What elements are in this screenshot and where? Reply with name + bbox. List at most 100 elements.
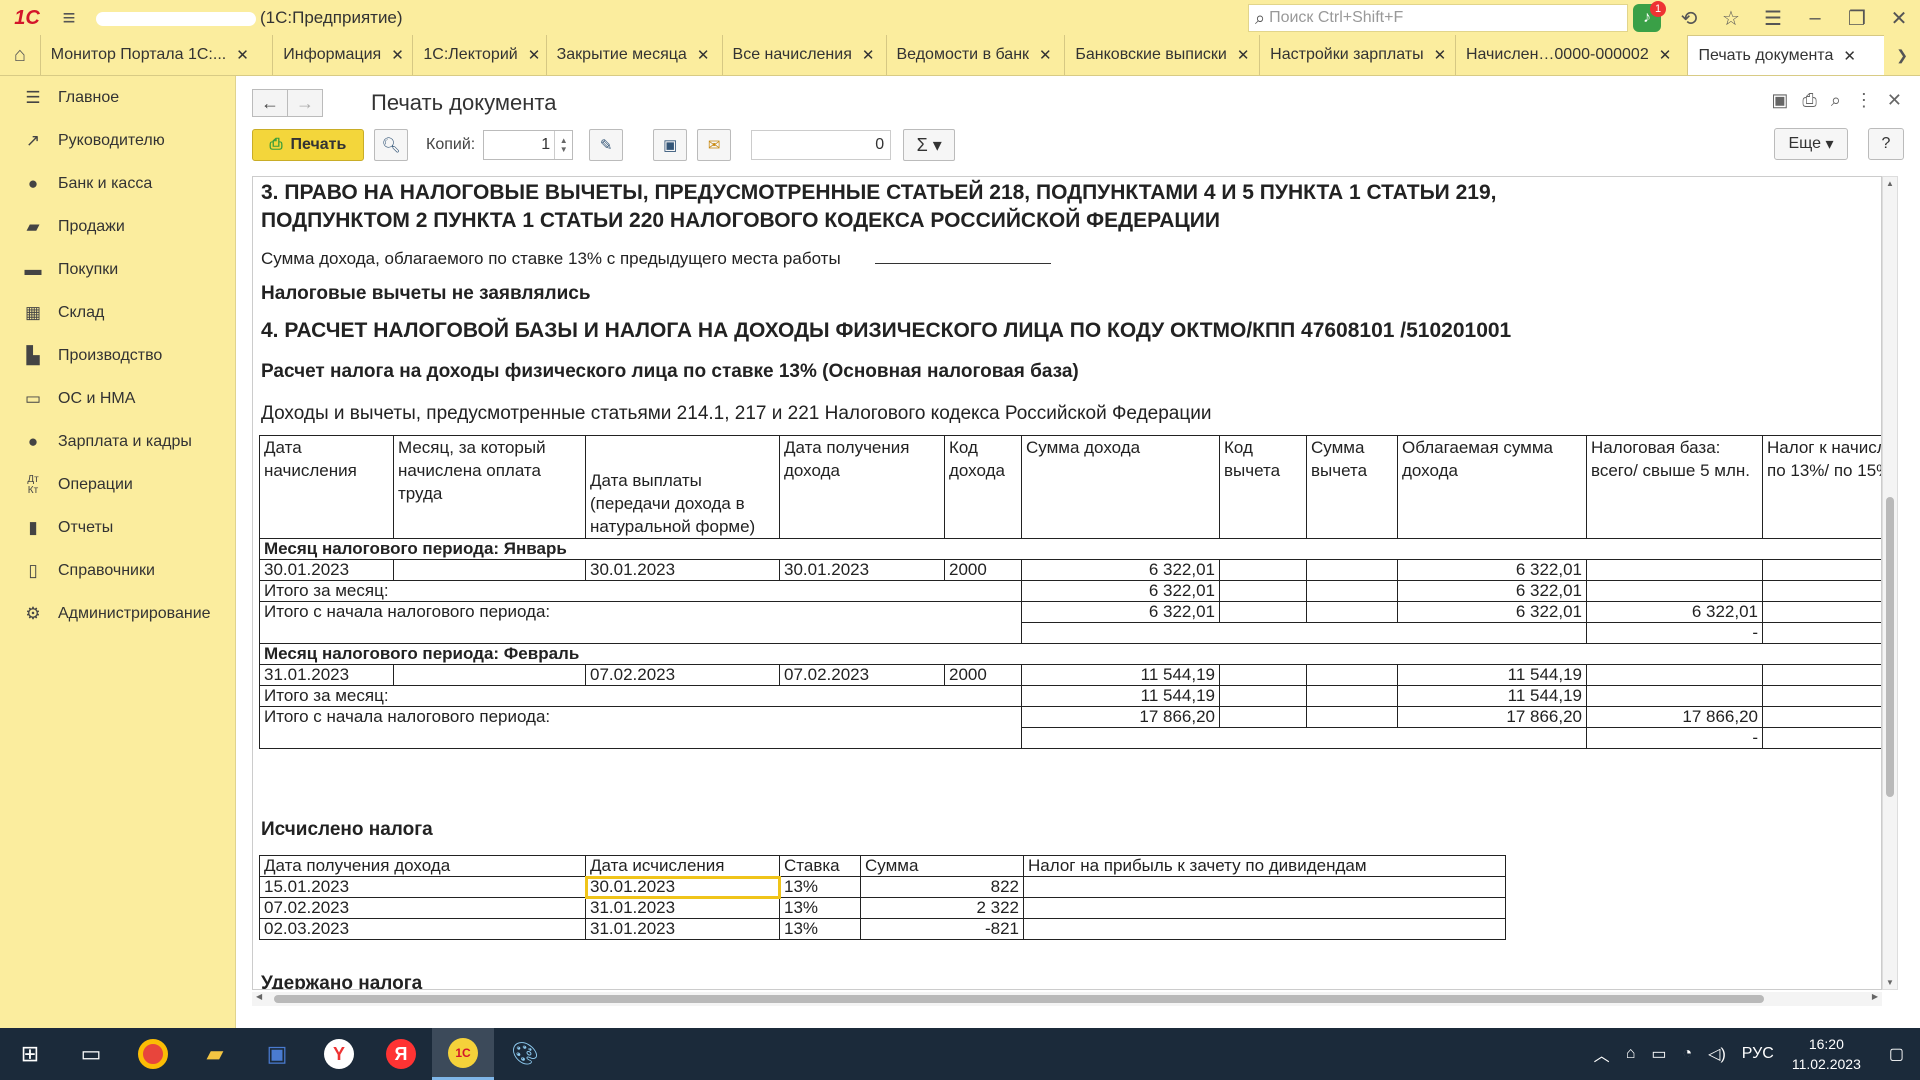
save-to-file-button[interactable]: ▣	[653, 129, 688, 161]
sidebar-item-manager[interactable]: ↗ Руководителю	[0, 119, 235, 162]
settings-menu-icon[interactable]: ☰	[1752, 0, 1794, 36]
sidebar-item-catalogs[interactable]: ▯ Справочники	[0, 549, 235, 592]
task-view-icon[interactable]: ▭	[60, 1028, 122, 1080]
sidebar-item-payroll[interactable]: ● Зарплата и кадры	[0, 420, 235, 463]
tab-close-icon[interactable]: ✕	[528, 46, 541, 64]
tab-payroll-settings[interactable]: Настройки зарплаты ✕	[1259, 35, 1455, 75]
scroll-thumb[interactable]	[1886, 497, 1894, 797]
global-search-input[interactable]: ⌕ Поиск Ctrl+Shift+F	[1248, 4, 1628, 32]
preview-button[interactable]: 🔍︎	[374, 129, 408, 161]
preview-icon[interactable]: ⌕	[1831, 90, 1841, 111]
tab-accrual-document[interactable]: Начислен…0000-000002 ✕	[1454, 35, 1688, 75]
language-indicator[interactable]: РУС	[1742, 1045, 1774, 1063]
history-icon[interactable]: ⟲	[1668, 0, 1710, 36]
form-toolbar: ⎙ Печать 🔍︎ Копий: 1 ▲ ▼ ✎ ▣ ✉ 0 Σ ▾ Еще ▾ …	[252, 128, 1904, 162]
file-explorer-icon[interactable]: ▰	[184, 1028, 246, 1080]
tab-close-icon[interactable]: ✕	[236, 46, 249, 64]
section-4-heading: 4. РАСЧЕТ НАЛОГОВОЙ БАЗЫ И НАЛОГА НА ДОХ…	[261, 319, 1512, 342]
tab-close-icon[interactable]: ✕	[391, 46, 404, 64]
yandex-icon[interactable]: Я	[370, 1028, 432, 1080]
table-header-row: Дата получения дохода Дата исчисления Ст…	[259, 855, 1506, 877]
sidebar-item-operations[interactable]: Дт Кт Операции	[0, 463, 235, 506]
save-icon[interactable]: ▣	[1771, 90, 1788, 111]
notifications-button[interactable]: ♪ 1	[1626, 0, 1668, 36]
1c-taskbar-icon[interactable]: 1C	[432, 1028, 494, 1080]
scroll-left-icon[interactable]: ◀	[256, 992, 262, 1001]
windows-start-icon[interactable]: ⊞	[0, 1028, 60, 1080]
favorites-star-icon[interactable]: ☆	[1710, 0, 1752, 36]
close-form-icon[interactable]: ✕	[1887, 90, 1902, 111]
wifi-icon[interactable]: ◔	[1682, 1045, 1692, 1063]
tab-portal-monitor[interactable]: Монитор Портала 1С:... ✕	[39, 35, 273, 75]
month-title-row: Месяц налогового периода: Январь	[259, 538, 1881, 560]
tray-device-icon[interactable]: ⌂	[1626, 1045, 1636, 1063]
tab-bank-statements[interactable]: Банковские выписки ✕	[1064, 35, 1259, 75]
scroll-thumb[interactable]	[274, 995, 1764, 1003]
person-icon: ●	[27, 431, 39, 451]
sidebar-item-main[interactable]: ☰ Главное	[0, 76, 235, 119]
close-button[interactable]: ✕	[1878, 0, 1920, 36]
scroll-up-icon[interactable]: ▲	[1886, 179, 1894, 188]
restore-button[interactable]: ❐	[1836, 0, 1878, 36]
sidebar-item-purchases[interactable]: ▬ Покупки	[0, 248, 235, 291]
title-bar: 1C ≡ (1С:Предприятие) ⌕ Поиск Ctrl+Shift+…	[0, 0, 1920, 36]
volume-icon[interactable]: ◁)	[1708, 1044, 1726, 1064]
copies-stepper[interactable]: ▲ ▼	[554, 131, 572, 159]
tab-close-icon[interactable]: ✕	[697, 46, 710, 64]
cart-icon: ▬	[24, 259, 42, 279]
spreadsheet-document[interactable]: 3. ПРАВО НА НАЛОГОВЫЕ ВЫЧЕТЫ, ПРЕДУСМОТР…	[252, 176, 1882, 990]
sidebar-item-reports[interactable]: ▮ Отчеты	[0, 506, 235, 549]
tab-close-icon[interactable]: ✕	[1039, 46, 1052, 64]
tab-print-document[interactable]: Печать документа ✕	[1687, 35, 1885, 75]
printer-icon[interactable]: ⎙	[1802, 90, 1816, 111]
sum-type-dropdown[interactable]: Σ ▾	[903, 129, 956, 161]
tab-all-accruals[interactable]: Все начисления ✕	[721, 35, 886, 75]
more-button[interactable]: Еще ▾	[1774, 128, 1848, 160]
clock[interactable]: 16:20 11.02.2023	[1792, 1034, 1861, 1074]
sidebar-item-assets[interactable]: ▭ ОС и НМА	[0, 377, 235, 420]
tab-lectorium[interactable]: 1С:Лекторий ✕	[412, 35, 545, 75]
sidebar-item-warehouse[interactable]: ▦ Склад	[0, 291, 235, 334]
vertical-scrollbar[interactable]: ▲ ▼	[1882, 176, 1898, 990]
bag-icon: ▰	[26, 216, 40, 236]
sidebar-item-bank[interactable]: ● Банк и касса	[0, 162, 235, 205]
send-email-button[interactable]: ✉	[697, 129, 732, 161]
scroll-right-icon[interactable]: ▶	[1872, 992, 1878, 1001]
tray-chevron-icon[interactable]: ︿	[1594, 1042, 1610, 1066]
tab-month-close[interactable]: Закрытие месяца ✕	[545, 35, 722, 75]
tab-info[interactable]: Информация ✕	[272, 35, 412, 75]
yandex-browser-icon[interactable]: Y	[308, 1028, 370, 1080]
chrome-icon[interactable]	[122, 1028, 184, 1080]
sidebar-item-sales[interactable]: ▰ Продажи	[0, 205, 235, 248]
main-menu-icon[interactable]: ≡	[54, 0, 84, 36]
scroll-down-icon[interactable]: ▼	[1886, 978, 1894, 987]
notification-center-icon[interactable]: ▢	[1889, 1044, 1904, 1064]
sidebar-item-admin[interactable]: ⚙ Администрирование	[0, 592, 235, 635]
home-icon[interactable]: ⌂	[0, 35, 40, 75]
tab-close-icon[interactable]: ✕	[1434, 46, 1447, 64]
col-header-taxable-sum: Облагаемая сумма дохода	[1397, 435, 1587, 539]
battery-icon[interactable]: ▭	[1651, 1044, 1666, 1064]
forward-arrow-icon[interactable]: →	[287, 89, 323, 117]
1c-logo[interactable]: 1C	[0, 0, 54, 36]
back-arrow-icon[interactable]: ←	[252, 89, 288, 117]
edit-table-button[interactable]: ✎	[589, 129, 624, 161]
tabs-more-chevron-icon[interactable]: ❯	[1884, 35, 1920, 75]
col-header-income-sum: Сумма дохода	[1021, 435, 1220, 539]
factory-icon: ▙	[26, 345, 40, 365]
tab-close-icon[interactable]: ✕	[1843, 47, 1856, 65]
more-vertical-icon[interactable]: ⋮	[1855, 90, 1873, 111]
sidebar-item-production[interactable]: ▙ Производство	[0, 334, 235, 377]
tab-bank-statements-list[interactable]: Ведомости в банк ✕	[885, 35, 1065, 75]
print-button[interactable]: ⎙ Печать	[252, 129, 364, 161]
tab-close-icon[interactable]: ✕	[1237, 46, 1250, 64]
paint-icon[interactable]: 🎨︎	[494, 1028, 556, 1080]
tab-close-icon[interactable]: ✕	[862, 46, 875, 64]
selected-cell[interactable]: 30.01.2023	[584, 875, 781, 899]
tab-close-icon[interactable]: ✕	[1659, 46, 1672, 64]
floppy-app-icon[interactable]: ▣	[246, 1028, 308, 1080]
horizontal-scrollbar[interactable]: ◀ ▶	[252, 992, 1882, 1006]
help-button[interactable]: ?	[1868, 128, 1904, 160]
minimize-button[interactable]: –	[1794, 0, 1836, 36]
copies-input[interactable]: 1 ▲ ▼	[483, 130, 574, 160]
